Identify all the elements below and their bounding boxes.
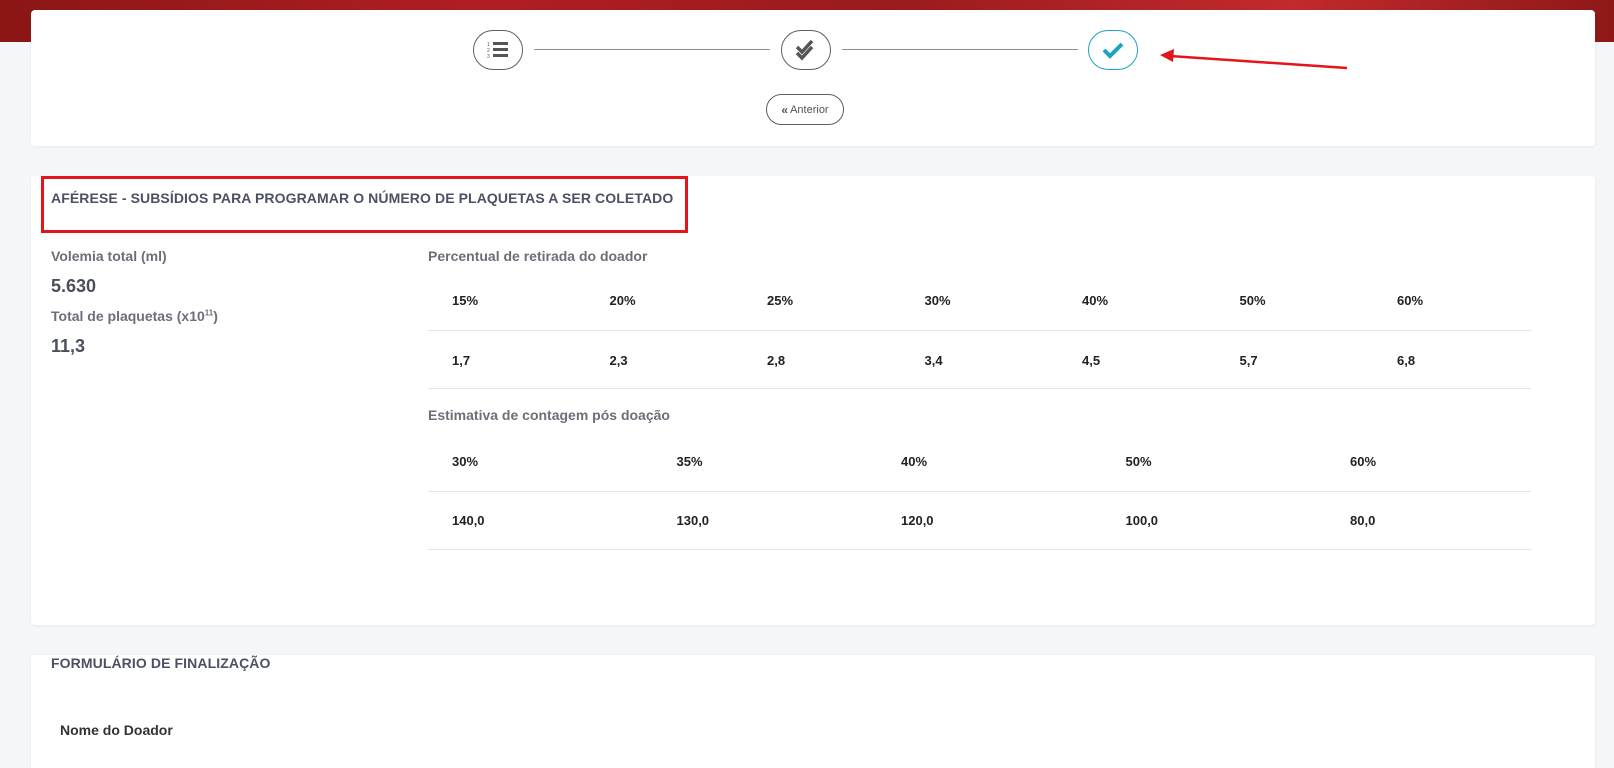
withdrawal-row-divider — [428, 388, 1531, 389]
withdrawal-value-cell: 2,8 — [767, 353, 786, 368]
volemia-value: 5.630 — [51, 276, 97, 296]
platelets-label: Total de plaquetas (x1011) — [51, 308, 218, 324]
form-title: FORMULÁRIO DE FINALIZAÇÃO — [51, 655, 271, 671]
withdrawal-value-cell: 2,3 — [609, 353, 628, 368]
estimate-value-cell: 100,0 — [1125, 513, 1159, 528]
estimate-value-cell: 140,0 — [452, 513, 485, 528]
withdrawal-header-cell: 20% — [609, 293, 636, 308]
finalization-form-card: FORMULÁRIO DE FINALIZAÇÃO Nome do Doador — [31, 655, 1595, 768]
double-chevron-left-icon: « — [781, 102, 789, 117]
numbered-list-icon: 1 2 3 — [487, 42, 508, 60]
withdrawal-header-cell: 30% — [924, 293, 951, 308]
apheresis-card: AFÉRESE - SUBSÍDIOS PARA PROGRAMAR O NÚM… — [31, 176, 1595, 625]
withdrawal-value-cell: 3,4 — [924, 353, 943, 368]
stepper-card: 1 2 3 « Anterior — [31, 10, 1595, 146]
withdrawal-title: Percentual de retirada do doador — [428, 248, 648, 264]
withdrawal-header-divider — [428, 330, 1531, 331]
previous-button[interactable]: « Anterior — [766, 94, 844, 125]
withdrawal-value-cell: 5,7 — [1239, 353, 1258, 368]
estimate-row-divider — [428, 549, 1531, 550]
platelets-value: 11,3 — [51, 336, 86, 356]
estimate-header-divider — [428, 491, 1531, 492]
step-2-button[interactable] — [781, 30, 831, 70]
withdrawal-header-cell: 60% — [1397, 293, 1424, 308]
check-icon — [1102, 42, 1124, 59]
estimate-header-cell: 40% — [901, 454, 928, 469]
withdrawal-header-cell: 25% — [767, 293, 794, 308]
step-3-button[interactable] — [1088, 30, 1138, 70]
annotation-arrow-icon — [1160, 49, 1348, 70]
estimate-value-cell: 120,0 — [901, 513, 934, 528]
step-connector-2 — [842, 49, 1078, 50]
withdrawal-value-cell: 4,5 — [1082, 353, 1101, 368]
estimate-header-cell: 35% — [676, 454, 703, 469]
estimate-header-cell: 50% — [1125, 454, 1152, 469]
withdrawal-header-cell: 40% — [1082, 293, 1109, 308]
withdrawal-header-cell: 15% — [452, 293, 479, 308]
previous-button-label: Anterior — [790, 103, 829, 116]
svg-text:3: 3 — [487, 54, 490, 60]
withdrawal-value-cell: 1,7 — [452, 353, 471, 368]
estimate-header-cell: 30% — [452, 454, 479, 469]
step-1-button[interactable]: 1 2 3 — [473, 30, 523, 70]
donor-name-label: Nome do Doador — [60, 722, 173, 738]
volemia-label: Volemia total (ml) — [51, 248, 167, 264]
withdrawal-value-cell: 6,8 — [1397, 353, 1416, 368]
estimate-title: Estimativa de contagem pós doação — [428, 407, 670, 423]
estimate-value-cell: 130,0 — [676, 513, 710, 528]
step-connector-1 — [534, 49, 770, 50]
double-check-icon — [795, 39, 814, 61]
estimate-header-cell: 60% — [1350, 454, 1377, 469]
estimate-value-cell: 80,0 — [1350, 513, 1376, 528]
apheresis-title: AFÉRESE - SUBSÍDIOS PARA PROGRAMAR O NÚM… — [51, 190, 674, 206]
withdrawal-header-cell: 50% — [1239, 293, 1266, 308]
